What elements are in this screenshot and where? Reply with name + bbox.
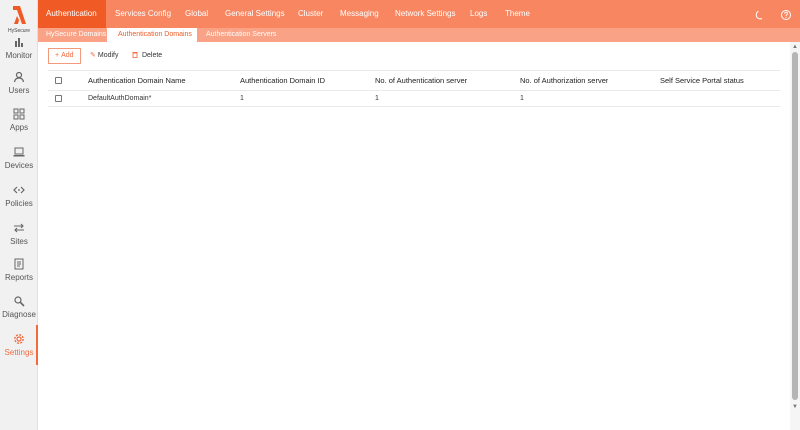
trash-icon (132, 52, 140, 59)
code-arrows-icon (13, 186, 25, 194)
tab-network-settings[interactable]: Network Settings (395, 0, 455, 28)
main-content: + Add ✎ Modify Delete Authentication Domai… (38, 42, 790, 430)
sidebar-item-label: Devices (4, 161, 34, 170)
sidebar-item-reports[interactable]: Reports (0, 256, 38, 290)
help-icon[interactable] (780, 8, 792, 20)
tab-theme[interactable]: Theme (505, 0, 530, 28)
scroll-up-arrow-icon[interactable]: ▲ (792, 44, 798, 50)
add-button[interactable]: + Add (48, 48, 81, 64)
tab-general-settings[interactable]: General Settings (225, 0, 285, 28)
scrollbar-thumb[interactable] (792, 52, 798, 400)
tab-cluster[interactable]: Cluster (298, 0, 323, 28)
tab-messaging[interactable]: Messaging (340, 0, 379, 28)
laptop-icon (13, 147, 25, 157)
authz-server-count-cell: 1 (520, 95, 524, 102)
sidebar-item-settings[interactable]: Settings (0, 325, 38, 371)
scroll-down-arrow-icon[interactable]: ▼ (792, 404, 798, 410)
column-header[interactable]: No. of Authentication server (375, 71, 467, 91)
column-header[interactable]: No. of Authorization server (520, 71, 608, 91)
sidebar-item-devices[interactable]: Devices (0, 144, 38, 178)
delete-button[interactable]: Delete (132, 48, 162, 64)
sidebar-item-label: Sites (10, 237, 28, 246)
subtab-authentication-servers[interactable]: Authentication Servers (206, 28, 276, 42)
bar-chart-icon (15, 38, 23, 47)
sidebar-item-monitor[interactable]: Monitor (0, 34, 38, 68)
table-row[interactable]: DefaultAuthDomain* 1 1 1 (48, 91, 780, 107)
sidebar-item-label: Apps (9, 123, 29, 132)
column-header[interactable]: Authentication Domain ID (240, 71, 325, 91)
modify-label: Modify (97, 52, 119, 59)
sub-navigation: HySecure Domains Authentication Domains … (38, 28, 800, 42)
sidebar-item-policies[interactable]: Policies (0, 182, 38, 216)
sidebar-item-diagnose[interactable]: Diagnose (0, 293, 38, 327)
add-label: Add (61, 52, 74, 59)
sidebar-item-label: Users (8, 86, 30, 95)
modify-button[interactable]: ✎ Modify (90, 48, 119, 64)
swap-arrows-icon (14, 223, 24, 233)
column-header[interactable]: Self Service Portal status (660, 71, 744, 91)
sidebar: HySecure Monitor Users Apps Devices Poli… (0, 0, 38, 430)
sidebar-item-label: Policies (5, 199, 33, 208)
search-wrench-icon (14, 296, 25, 307)
gear-icon (14, 334, 24, 344)
table-header-row: Authentication Domain Name Authenticatio… (48, 71, 780, 91)
column-header[interactable]: Authentication Domain Name (88, 71, 186, 91)
tab-global[interactable]: Global (185, 0, 208, 28)
domain-id-cell: 1 (240, 95, 244, 102)
sidebar-item-label: Settings (4, 348, 34, 357)
domains-table: Authentication Domain Name Authenticatio… (48, 70, 780, 107)
plus-icon: + (55, 52, 60, 59)
sidebar-item-label: Reports (4, 273, 33, 282)
subtab-hysecure-domains[interactable]: HySecure Domains (38, 28, 107, 42)
hysecure-logo-icon (13, 6, 26, 24)
brand-logo[interactable]: HySecure (0, 0, 38, 38)
tab-services-config[interactable]: Services Config (115, 0, 171, 28)
report-icon (14, 258, 24, 270)
tab-authentication[interactable]: Authentication (38, 0, 106, 28)
tab-logs[interactable]: Logs (470, 0, 487, 28)
vertical-scrollbar[interactable]: ▲ ▼ (790, 42, 800, 430)
delete-label: Delete (141, 52, 163, 59)
pencil-icon: ✎ (90, 52, 96, 59)
sidebar-item-sites[interactable]: Sites (0, 220, 38, 254)
moon-icon[interactable] (754, 8, 766, 20)
sidebar-item-users[interactable]: Users (0, 69, 38, 103)
auth-server-count-cell: 1 (375, 95, 379, 102)
sidebar-item-apps[interactable]: Apps (0, 106, 38, 140)
app-window: HySecure Monitor Users Apps Devices Poli… (0, 0, 800, 430)
apps-grid-icon (13, 108, 25, 120)
select-all-checkbox[interactable] (55, 77, 62, 84)
sidebar-item-label: Diagnose (2, 310, 36, 319)
subtab-authentication-domains[interactable]: Authentication Domains (107, 28, 197, 42)
user-icon (13, 71, 25, 83)
top-navigation: Authentication Services Config Global Ge… (38, 0, 800, 28)
row-checkbox[interactable] (55, 95, 62, 102)
sidebar-item-label: Monitor (5, 51, 33, 60)
domain-name-cell: DefaultAuthDomain* (88, 95, 152, 102)
